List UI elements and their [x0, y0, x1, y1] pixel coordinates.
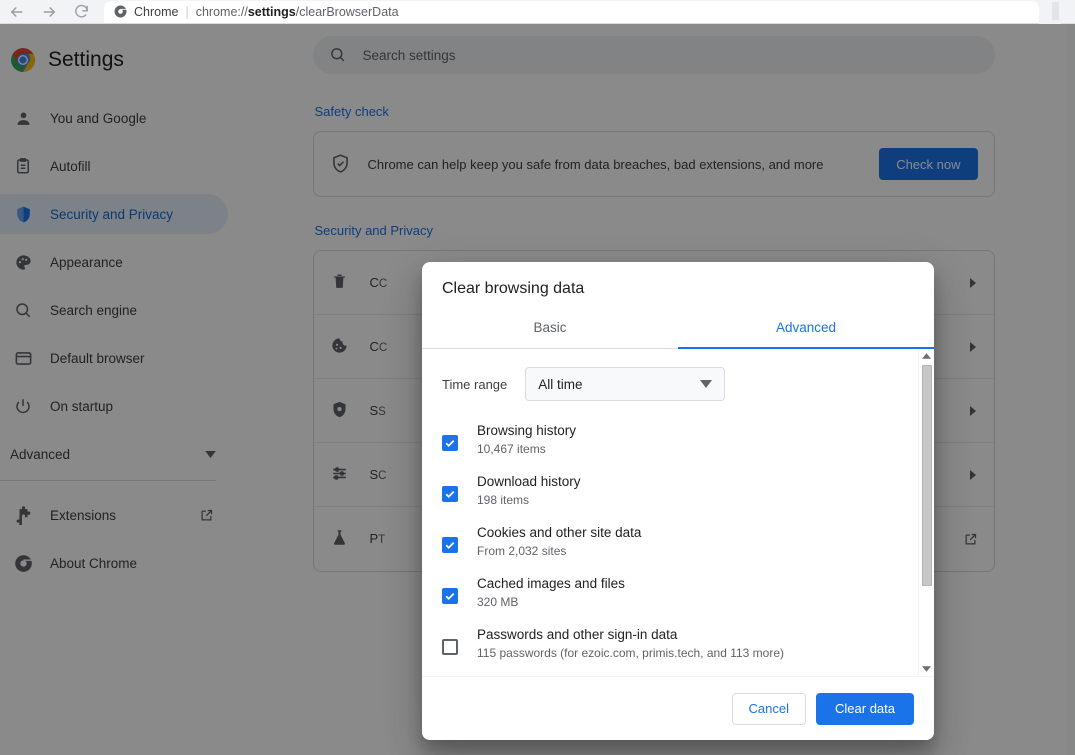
- checkbox-checked-icon[interactable]: [442, 537, 458, 553]
- browser-toolbar: Chrome | chrome://settings/clearBrowserD…: [0, 0, 1075, 24]
- data-type-options: Browsing history 10,467 items Download h…: [422, 401, 918, 676]
- url-prefix: chrome://: [196, 5, 248, 19]
- checkbox-unchecked-icon[interactable]: [442, 639, 458, 655]
- option-sublabel: 10,467 items: [477, 442, 576, 456]
- option-label: Cookies and other site data: [477, 525, 641, 540]
- dialog-body: Time range All time Browsing history 10,…: [422, 349, 934, 676]
- toolbar-right-cap: [1039, 0, 1061, 24]
- scrollbar-thumb[interactable]: [922, 365, 932, 586]
- option-label: Download history: [477, 474, 581, 489]
- option-cookies-and-other-site-data[interactable]: Cookies and other site data From 2,032 s…: [442, 517, 918, 568]
- reload-icon[interactable]: [72, 3, 90, 21]
- dialog-tabs: Basic Advanced: [422, 310, 934, 349]
- option-passwords-and-other-sign-in-data[interactable]: Passwords and other sign-in data 115 pas…: [442, 619, 918, 670]
- url-suffix: /clearBrowserData: [296, 5, 399, 19]
- arrow-right-icon[interactable]: [40, 3, 58, 21]
- checkbox-checked-icon[interactable]: [442, 588, 458, 604]
- omnibox-separator: |: [185, 5, 188, 19]
- url-bold-part: settings: [248, 5, 296, 19]
- scroll-down-arrow-icon[interactable]: [922, 662, 931, 676]
- option-download-history[interactable]: Download history 198 items: [442, 466, 918, 517]
- option-browsing-history[interactable]: Browsing history 10,467 items: [442, 415, 918, 466]
- option-sublabel: 115 passwords (for ezoic.com, primis.tec…: [477, 646, 784, 660]
- option-sublabel: 198 items: [477, 493, 581, 507]
- arrow-left-icon[interactable]: [8, 3, 26, 21]
- cancel-button[interactable]: Cancel: [732, 693, 806, 725]
- option-autofill-form-data[interactable]: Autofill form data: [442, 670, 918, 676]
- time-range-row: Time range All time: [422, 349, 918, 401]
- time-range-select[interactable]: All time: [525, 367, 725, 401]
- dialog-scroll-area: Time range All time Browsing history 10,…: [422, 349, 918, 676]
- tab-basic[interactable]: Basic: [422, 310, 678, 348]
- checkbox-checked-icon[interactable]: [442, 486, 458, 502]
- dialog-scrollbar[interactable]: [918, 349, 934, 676]
- option-cached-images-and-files[interactable]: Cached images and files 320 MB: [442, 568, 918, 619]
- option-label: Cached images and files: [477, 576, 625, 591]
- clear-browsing-data-dialog: Clear browsing data Basic Advanced Time …: [422, 262, 934, 740]
- chevron-down-icon: [700, 380, 712, 388]
- option-sublabel: 320 MB: [477, 595, 625, 609]
- option-sublabel: From 2,032 sites: [477, 544, 641, 558]
- omnibox-app-label: Chrome: [134, 5, 178, 19]
- option-label: Passwords and other sign-in data: [477, 627, 784, 642]
- time-range-label: Time range: [442, 377, 507, 392]
- address-bar[interactable]: Chrome | chrome://settings/clearBrowserD…: [104, 1, 1039, 23]
- dialog-title: Clear browsing data: [422, 262, 934, 298]
- scroll-up-arrow-icon[interactable]: [922, 349, 931, 363]
- tab-advanced[interactable]: Advanced: [678, 310, 934, 348]
- option-label: Browsing history: [477, 423, 576, 438]
- navigation-buttons: [0, 3, 90, 21]
- dialog-footer: Cancel Clear data: [422, 676, 934, 740]
- time-range-value: All time: [538, 377, 582, 392]
- omnibox-url: chrome://settings/clearBrowserData: [196, 5, 399, 19]
- clear-data-button[interactable]: Clear data: [816, 693, 914, 725]
- chrome-favicon-icon: [114, 5, 127, 18]
- checkbox-checked-icon[interactable]: [442, 435, 458, 451]
- scrollbar-track[interactable]: [919, 363, 934, 662]
